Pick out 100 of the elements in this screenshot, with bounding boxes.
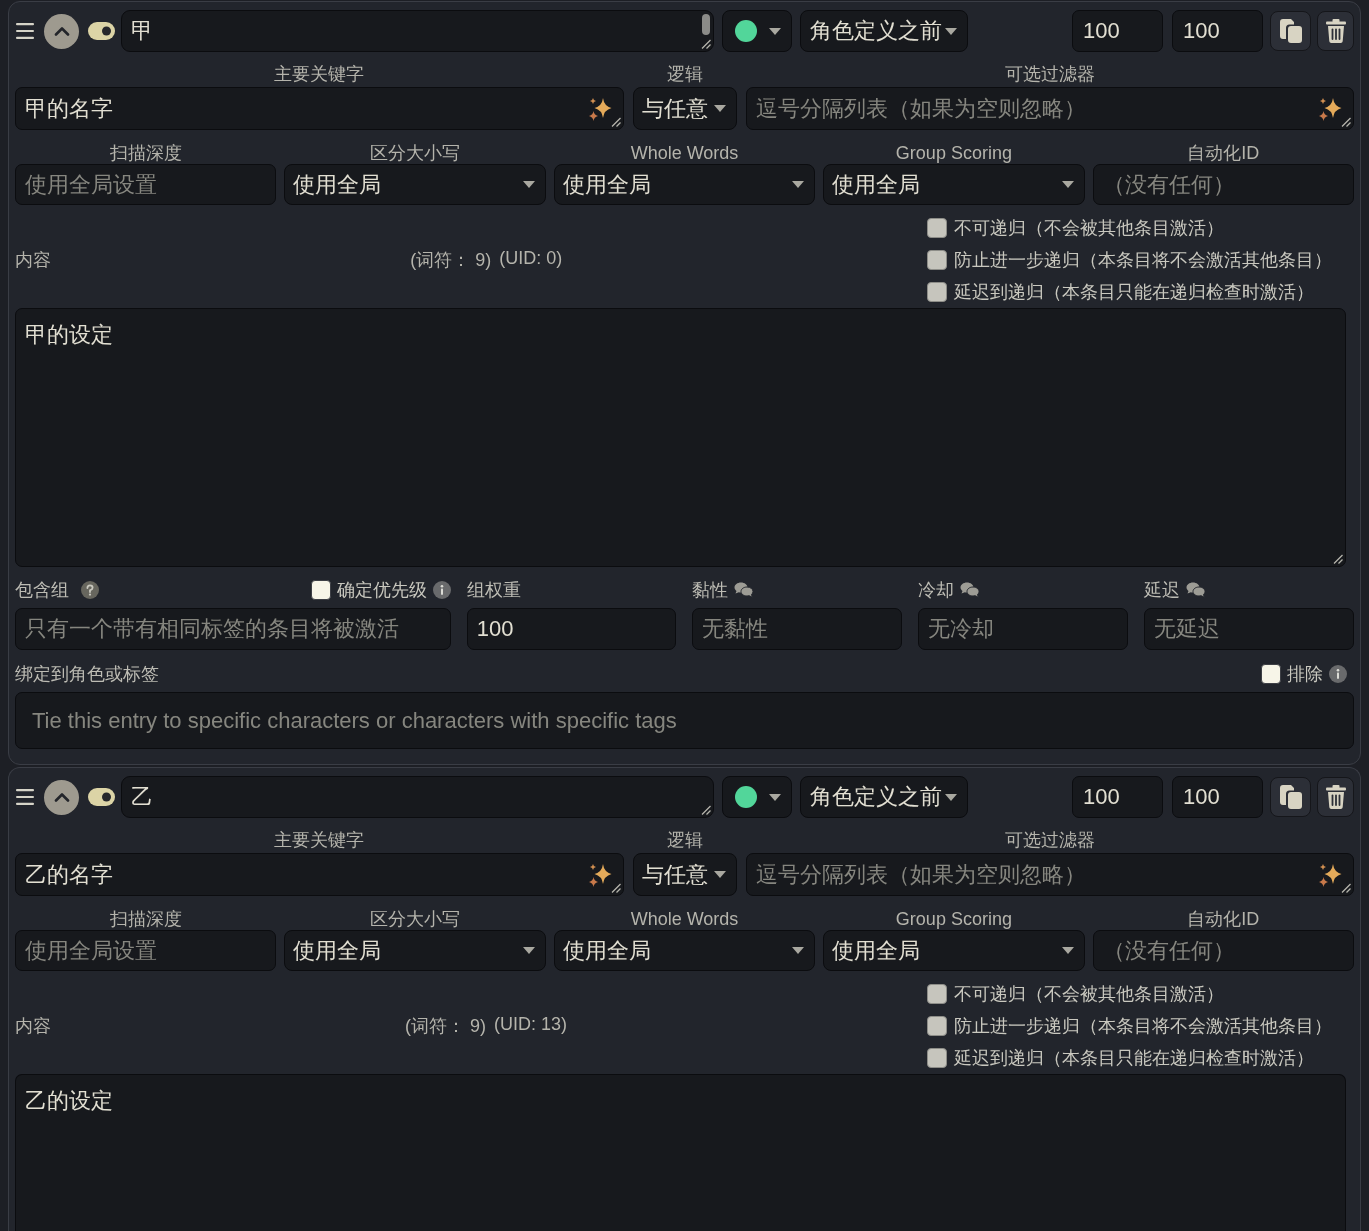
number-field[interactable]: 100 — [1072, 776, 1163, 818]
text-field[interactable]: 无冷却 — [918, 608, 1129, 650]
trash-icon — [1325, 785, 1346, 809]
text-field[interactable]: 100 — [466, 608, 677, 650]
sparkle-icon[interactable] — [1318, 862, 1342, 887]
caret-icon — [713, 105, 726, 112]
field-label: Whole Words — [630, 908, 739, 930]
delete-button[interactable] — [1317, 777, 1354, 817]
toggle-switch[interactable] — [88, 22, 115, 40]
placement-dropdown[interactable]: 角色定义之前 — [800, 776, 968, 818]
field-label: Whole Words — [630, 142, 739, 164]
field-label: 逻辑 — [666, 63, 703, 85]
number-field[interactable]: 100 — [1172, 776, 1263, 818]
caret-icon — [1061, 181, 1074, 188]
setting-field[interactable]: 使用全局设置 — [15, 164, 277, 205]
content-textarea[interactable]: 乙的设定 — [15, 1074, 1346, 1231]
status-dropdown[interactable] — [722, 776, 792, 818]
setting-dropdown[interactable]: 使用全局 — [553, 930, 816, 971]
caret-icon — [769, 793, 781, 801]
checkbox[interactable] — [310, 580, 331, 600]
title-field[interactable]: 乙 — [121, 776, 714, 818]
copy-icon — [1279, 785, 1302, 809]
field-label: 组权重 — [466, 579, 521, 601]
resize-grip-icon[interactable] — [701, 39, 711, 49]
checkbox[interactable] — [927, 218, 947, 238]
group-field[interactable]: 只有一个带有相同标签的条目将被激活 — [15, 608, 451, 650]
field-label: 自动化ID — [1187, 142, 1260, 164]
field-label: Group Scoring — [895, 142, 1012, 164]
info-icon — [432, 581, 451, 599]
sparkle-icon[interactable] — [1318, 96, 1342, 121]
logic-dropdown[interactable]: 与任意 — [632, 87, 737, 130]
field-label: 自动化ID — [1187, 908, 1260, 930]
filter-field[interactable]: 逗号分隔列表（如果为空则忽略） — [745, 853, 1354, 896]
setting-field[interactable]: （没有任何） — [1092, 930, 1354, 971]
number-field[interactable]: 100 — [1172, 10, 1263, 52]
trash-icon — [1325, 19, 1346, 43]
checkbox-label: 防止进一步递归（本条目将不会激活其他条目） — [954, 1015, 1332, 1038]
speech-bubbles-icon — [1186, 582, 1207, 598]
text-field[interactable]: 无黏性 — [692, 608, 903, 650]
checkbox-label: 延迟到递归（本条目只能在递归检查时激活） — [954, 281, 1314, 304]
checkbox[interactable] — [927, 282, 947, 302]
checkbox[interactable] — [927, 1016, 947, 1036]
delete-button[interactable] — [1317, 11, 1354, 51]
caret-icon — [945, 27, 957, 35]
checkbox[interactable] — [927, 1048, 947, 1068]
resize-grip-icon[interactable] — [610, 117, 621, 127]
field-label: 黏性 — [692, 579, 729, 601]
setting-dropdown[interactable]: 使用全局 — [823, 930, 1085, 971]
keyword-field[interactable]: 甲的名字 — [15, 87, 624, 130]
checkbox[interactable] — [927, 250, 947, 270]
setting-dropdown[interactable]: 使用全局 — [823, 164, 1085, 205]
token-count: (词符： 9) — [405, 1015, 487, 1038]
field-label: 绑定到角色或标签 — [15, 663, 159, 685]
checkbox[interactable] — [927, 984, 947, 1004]
copy-button[interactable] — [1270, 777, 1311, 817]
checkbox-label: 延迟到递归（本条目只能在递归检查时激活） — [954, 1047, 1314, 1070]
logic-dropdown[interactable]: 与任意 — [632, 853, 737, 896]
copy-icon — [1279, 19, 1302, 43]
caret-icon — [945, 793, 957, 801]
resize-grip-icon[interactable] — [1341, 883, 1351, 893]
chevron-up-icon — [53, 792, 70, 802]
sparkle-icon[interactable] — [587, 96, 612, 121]
speech-bubbles-icon — [734, 582, 755, 598]
filter-field[interactable]: 逗号分隔列表（如果为空则忽略） — [745, 87, 1354, 130]
setting-dropdown[interactable]: 使用全局 — [553, 164, 816, 205]
checkbox[interactable] — [1261, 664, 1281, 684]
caret-icon — [522, 181, 535, 188]
drag-handle-icon[interactable] — [16, 23, 34, 39]
toggle-switch[interactable] — [88, 788, 115, 806]
content-textarea[interactable]: 甲的设定 — [15, 308, 1346, 567]
resize-grip-icon[interactable] — [1333, 554, 1343, 564]
uid-text: (UID: 0) — [499, 248, 563, 270]
speech-bubbles-icon — [960, 582, 981, 598]
collapse-button[interactable] — [44, 779, 79, 815]
collapse-button[interactable] — [44, 13, 79, 49]
setting-dropdown[interactable]: 使用全局 — [284, 164, 546, 205]
status-dropdown[interactable] — [722, 10, 792, 52]
field-label: 可选过滤器 — [1004, 63, 1095, 85]
resize-grip-icon[interactable] — [701, 805, 711, 815]
caret-icon — [792, 181, 805, 188]
resize-grip-icon[interactable] — [610, 883, 621, 893]
setting-dropdown[interactable]: 使用全局 — [284, 930, 546, 971]
field-label: 区分大小写 — [370, 142, 461, 164]
setting-field[interactable]: （没有任何） — [1092, 164, 1354, 205]
setting-field[interactable]: 使用全局设置 — [15, 930, 277, 971]
sparkle-icon[interactable] — [587, 862, 612, 887]
keyword-field[interactable]: 乙的名字 — [15, 853, 624, 896]
number-field[interactable]: 100 — [1072, 10, 1163, 52]
binding-field[interactable]: Tie this entry to specific characters or characters with specific tags — [15, 692, 1354, 749]
copy-button[interactable] — [1270, 11, 1311, 51]
resize-grip-icon[interactable] — [1341, 117, 1351, 127]
caret-icon — [769, 27, 781, 35]
caret-icon — [792, 947, 805, 954]
title-field[interactable]: 甲 — [121, 10, 714, 52]
scrollbar-thumb[interactable] — [702, 14, 710, 35]
uid-text: (UID: 13) — [494, 1014, 568, 1036]
field-label: 主要关键字 — [274, 829, 365, 851]
text-field[interactable]: 无延迟 — [1144, 608, 1354, 650]
placement-dropdown[interactable]: 角色定义之前 — [800, 10, 968, 52]
drag-handle-icon[interactable] — [16, 789, 34, 805]
